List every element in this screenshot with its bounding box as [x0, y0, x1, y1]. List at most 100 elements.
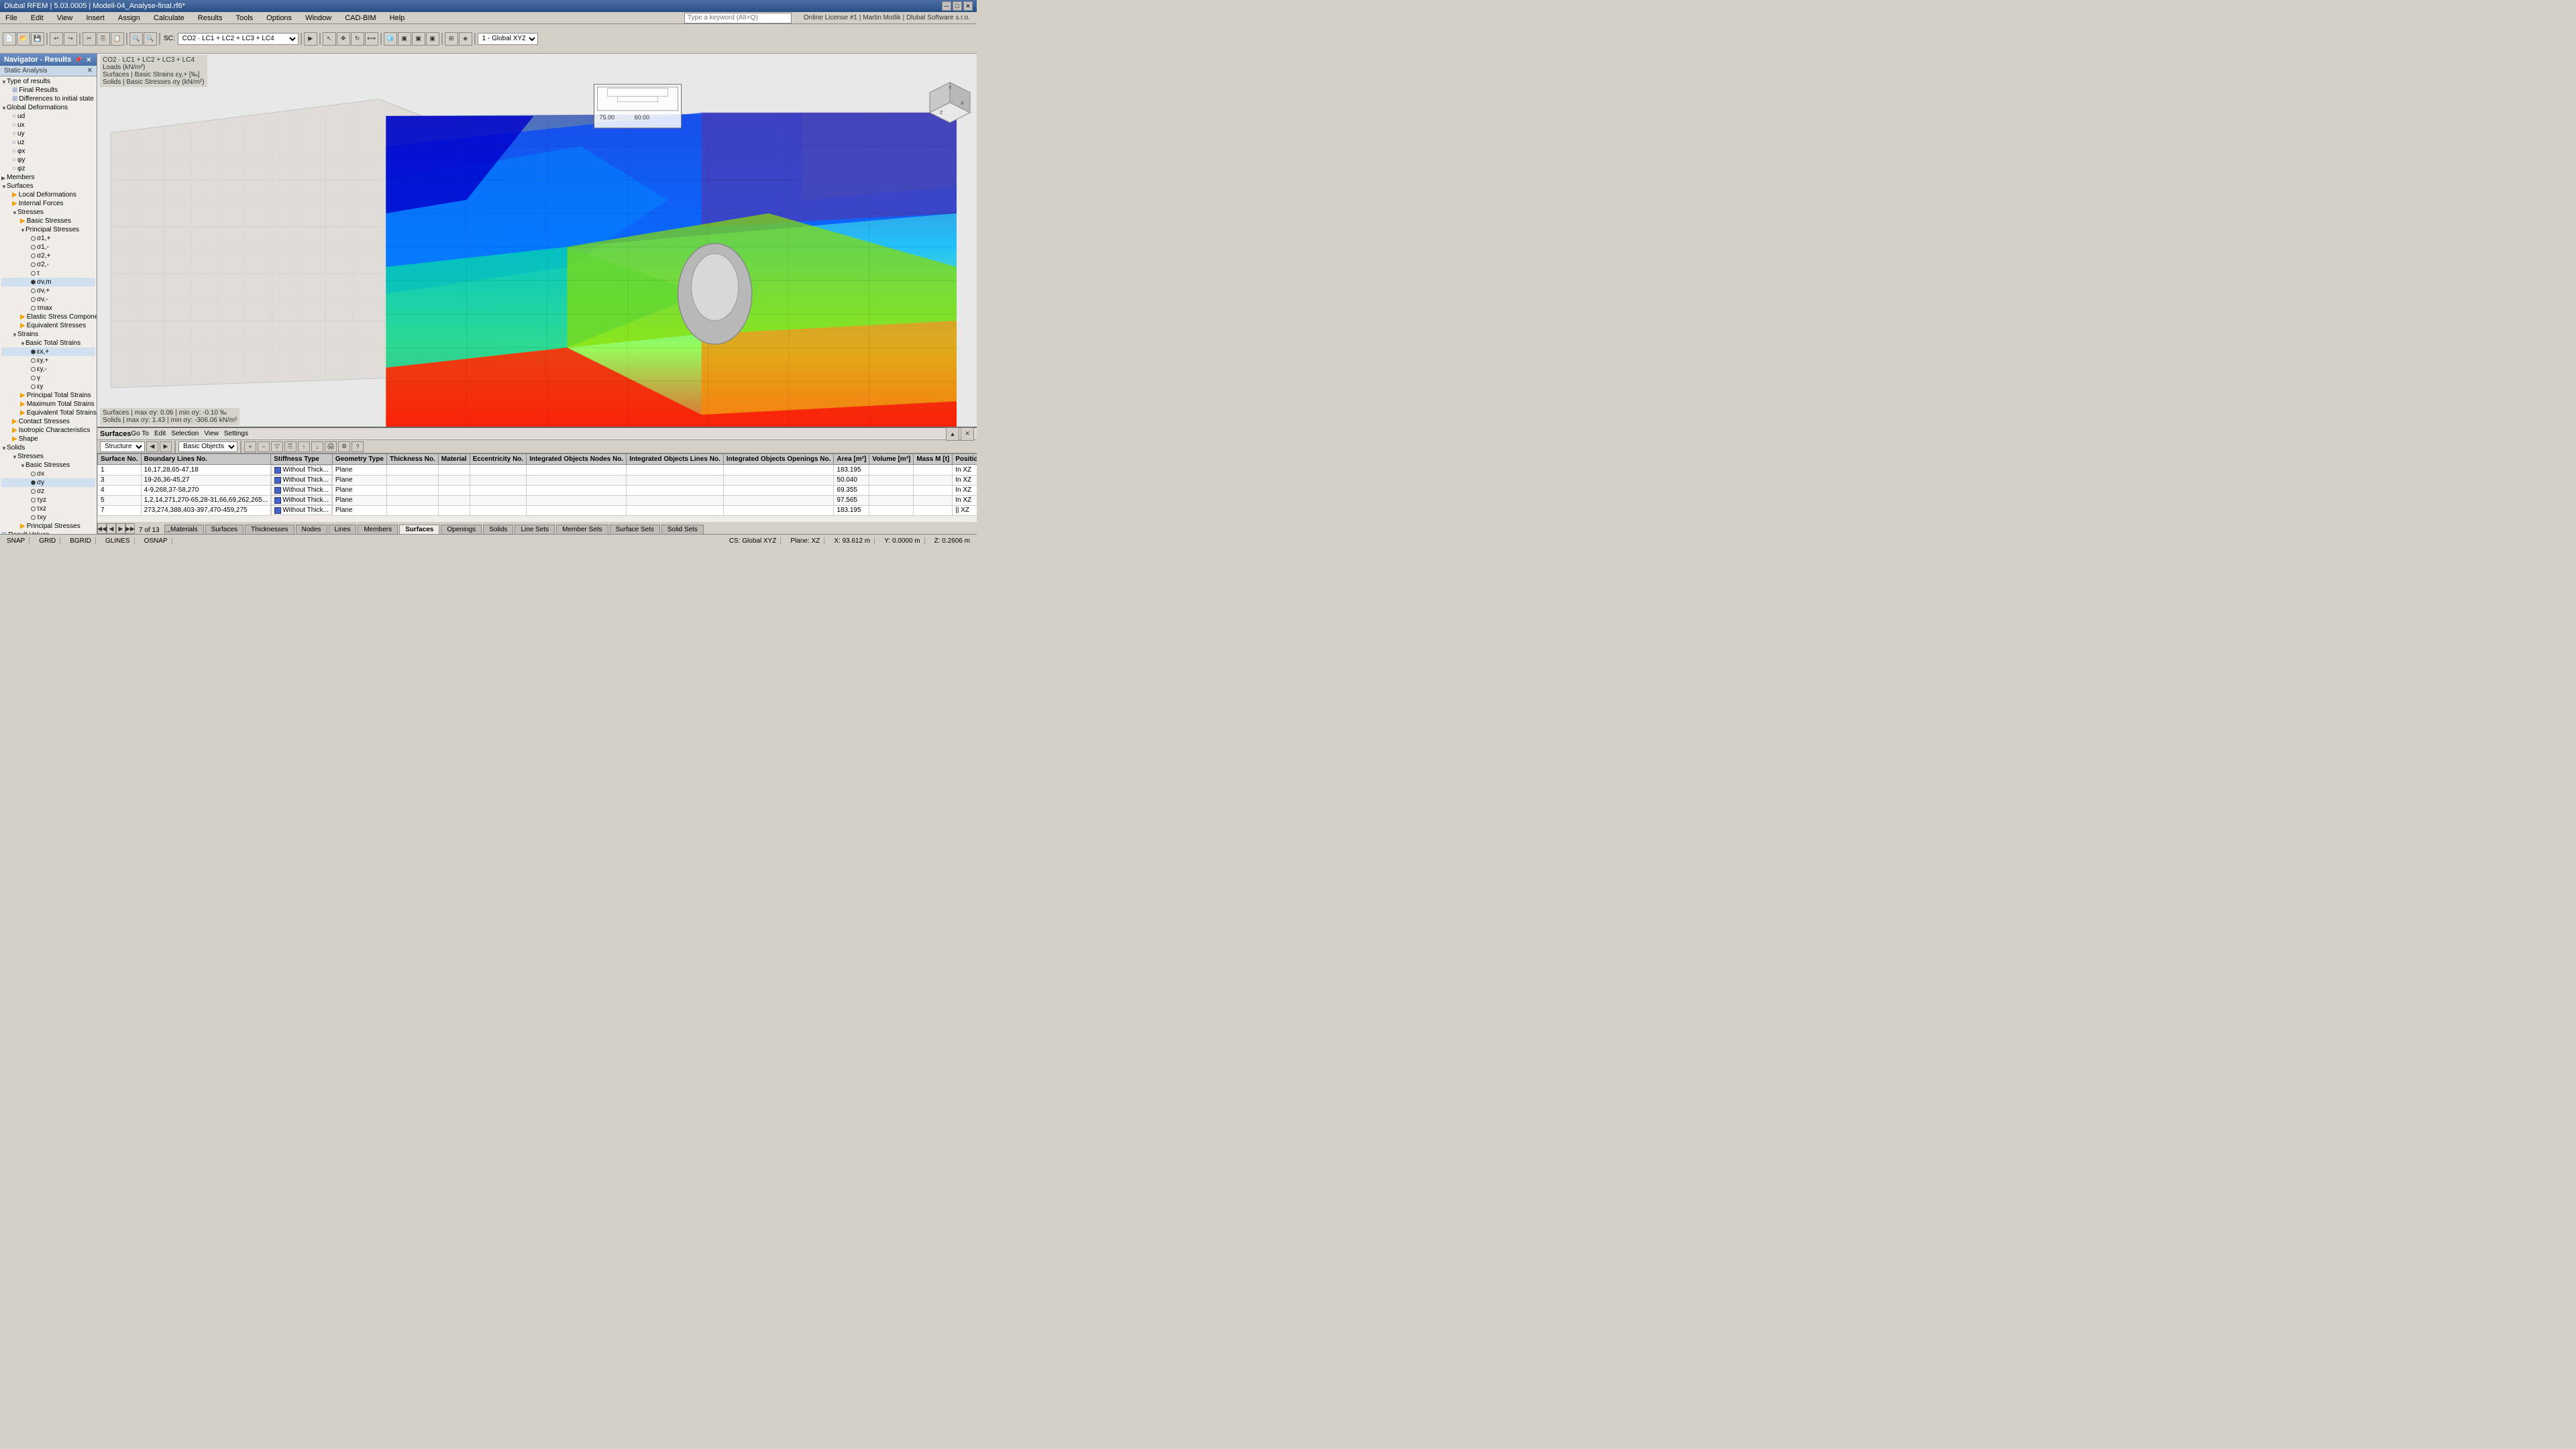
tab-solid-sets[interactable]: Solid Sets [661, 525, 704, 534]
axis-combo[interactable]: 1 - Global XYZ [478, 33, 538, 45]
tb-view-front[interactable]: ▣ [398, 32, 411, 46]
nav-internal-forces[interactable]: ▶Internal Forces [1, 199, 95, 208]
bp-menu-settings[interactable]: Settings [224, 430, 248, 437]
nav-principal-total-strains[interactable]: ▶Principal Total Strains [1, 391, 95, 400]
tab-openings[interactable]: Openings [441, 525, 482, 534]
menu-cad-bim[interactable]: CAD-BIM [342, 13, 378, 23]
nav-strains[interactable]: ▼Strains [1, 330, 95, 339]
nav-shape[interactable]: ▶Shape [1, 435, 95, 443]
close-button[interactable]: ✕ [963, 1, 973, 11]
nav-equivalent-total-strains[interactable]: ▶Equivalent Total Strains [1, 409, 95, 417]
nav-sigma-vm[interactable]: σv,m [1, 278, 95, 286]
nav-equivalent-stresses[interactable]: ▶Equivalent Stresses [1, 321, 95, 330]
bp-prev[interactable]: ◀ [146, 441, 158, 452]
table-row[interactable]: 5 1,2,14,271,270-65,28-31,66,69,262,265.… [98, 495, 977, 505]
menu-insert[interactable]: Insert [83, 13, 107, 23]
table-row[interactable]: 1 16,17,28,65-47,18 Without Thick... Pla… [98, 465, 977, 476]
nav-solids-basic-stresses[interactable]: ▼Basic Stresses [1, 461, 95, 470]
tb-copy[interactable]: ⎘ [97, 32, 110, 46]
tb-view-side[interactable]: ▣ [412, 32, 425, 46]
nav-uy[interactable]: ○uy [1, 129, 95, 138]
nav-epsy-m[interactable]: εy,- [1, 365, 95, 374]
tb-redo[interactable]: ↪ [64, 32, 77, 46]
nav-sigma-vp[interactable]: σv,+ [1, 286, 95, 295]
nav-differences[interactable]: ⊞ Differences to initial state [1, 95, 95, 103]
tab-nodes[interactable]: Nodes [296, 525, 327, 534]
navigator-pin[interactable]: 📌 [73, 56, 83, 64]
tab-member-sets[interactable]: Member Sets [556, 525, 608, 534]
tb-view-3d[interactable]: 🧊 [384, 32, 397, 46]
bp-menu-edit[interactable]: Edit [154, 430, 166, 437]
table-row[interactable]: 3 19-26,36-45,27 Without Thick... Plane … [98, 475, 977, 485]
nav-solid-sz[interactable]: σz [1, 487, 95, 496]
nav-basic-total-strains[interactable]: ▼Basic Total Strains [1, 339, 95, 347]
menu-calculate[interactable]: Calculate [151, 13, 187, 23]
bp-copy2[interactable]: ⎘ [284, 441, 297, 452]
nav-solid-txy[interactable]: τxy [1, 513, 95, 522]
nav-maximum-total-strains[interactable]: ▶Maximum Total Strains [1, 400, 95, 409]
tb-render[interactable]: ◈ [459, 32, 472, 46]
nav-phiz[interactable]: ○φz [1, 164, 95, 173]
tb-cut[interactable]: ✂ [83, 32, 96, 46]
bp-close[interactable]: ✕ [961, 427, 974, 441]
tb-mesh[interactable]: ⊞ [445, 32, 458, 46]
tab-nav-first[interactable]: ◀◀ [97, 523, 107, 534]
minimize-button[interactable]: ─ [942, 1, 951, 11]
nav-contact-stresses[interactable]: ▶Contact Stresses [1, 417, 95, 426]
tab-lines[interactable]: Lines [329, 525, 357, 534]
bp-structure-combo[interactable]: Structure [100, 441, 145, 452]
nav-epsx-p[interactable]: εx,+ [1, 347, 95, 356]
menu-window[interactable]: Window [303, 13, 334, 23]
nav-solid-txz[interactable]: τxz [1, 504, 95, 513]
bp-import[interactable]: ↑ [298, 441, 310, 452]
tb-view-top[interactable]: ▣ [426, 32, 439, 46]
menu-results[interactable]: Results [195, 13, 225, 23]
bp-filter[interactable]: ▽ [271, 441, 283, 452]
status-snap[interactable]: SNAP [3, 537, 30, 545]
menu-file[interactable]: File [3, 13, 20, 23]
tb-zoom-out[interactable]: 🔍 [144, 32, 157, 46]
table-container[interactable]: Surface No. Boundary Lines No. Stiffness… [97, 453, 977, 521]
menu-edit[interactable]: Edit [28, 13, 46, 23]
nav-solids-stresses[interactable]: ▼Stresses [1, 452, 95, 461]
nav-solid-tyz[interactable]: τyz [1, 496, 95, 504]
menu-help[interactable]: Help [387, 13, 408, 23]
bp-expand[interactable]: ▲ [946, 427, 959, 441]
tb-save[interactable]: 💾 [31, 32, 44, 46]
status-glines[interactable]: GLINES [101, 537, 135, 545]
nav-uz[interactable]: ○uz [1, 138, 95, 147]
tb-new[interactable]: 📄 [3, 32, 16, 46]
navigator-close[interactable]: ✕ [85, 56, 93, 64]
nav-sub-pin[interactable]: ✕ [87, 67, 93, 74]
nav-sigma1m[interactable]: σ1,- [1, 243, 95, 252]
nav-principal-stresses[interactable]: ▼Principal Stresses [1, 225, 95, 234]
nav-isotropic[interactable]: ▶Isotropic Characteristics [1, 426, 95, 435]
status-osnap[interactable]: OSNAP [140, 537, 172, 545]
nav-solids[interactable]: ▼Solids [1, 443, 95, 452]
menu-options[interactable]: Options [264, 13, 294, 23]
nav-stresses[interactable]: ▼Stresses [1, 208, 95, 217]
nav-gamma[interactable]: γ [1, 374, 95, 382]
bp-export[interactable]: ↓ [311, 441, 323, 452]
nav-tau-max[interactable]: τmax [1, 304, 95, 313]
tab-line-sets[interactable]: Line Sets [515, 525, 555, 534]
bp-help[interactable]: ? [352, 441, 364, 452]
nav-ux[interactable]: ○ux [1, 121, 95, 129]
nav-members[interactable]: ▶ Members [1, 173, 95, 182]
search-input[interactable] [684, 13, 792, 23]
nav-sigma2m[interactable]: σ2,- [1, 260, 95, 269]
nav-solid-sx[interactable]: σx [1, 470, 95, 478]
nav-sigma1p[interactable]: σ1,+ [1, 234, 95, 243]
tb-paste[interactable]: 📋 [111, 32, 124, 46]
bp-add[interactable]: + [244, 441, 256, 452]
nav-global-deformations[interactable]: ▼ Global Deformations [1, 103, 95, 112]
status-grid[interactable]: GRID [35, 537, 60, 545]
maximize-button[interactable]: □ [953, 1, 962, 11]
tb-undo[interactable]: ↩ [50, 32, 63, 46]
nav-solids-principal[interactable]: ▶Principal Stresses [1, 522, 95, 531]
nav-ud[interactable]: ○ud [1, 112, 95, 121]
tab-surfaces-1[interactable]: Surfaces [205, 525, 244, 534]
tb-rotate[interactable]: ↻ [351, 32, 364, 46]
nav-phiy[interactable]: ○φy [1, 156, 95, 164]
tb-mirror[interactable]: ⟺ [365, 32, 378, 46]
